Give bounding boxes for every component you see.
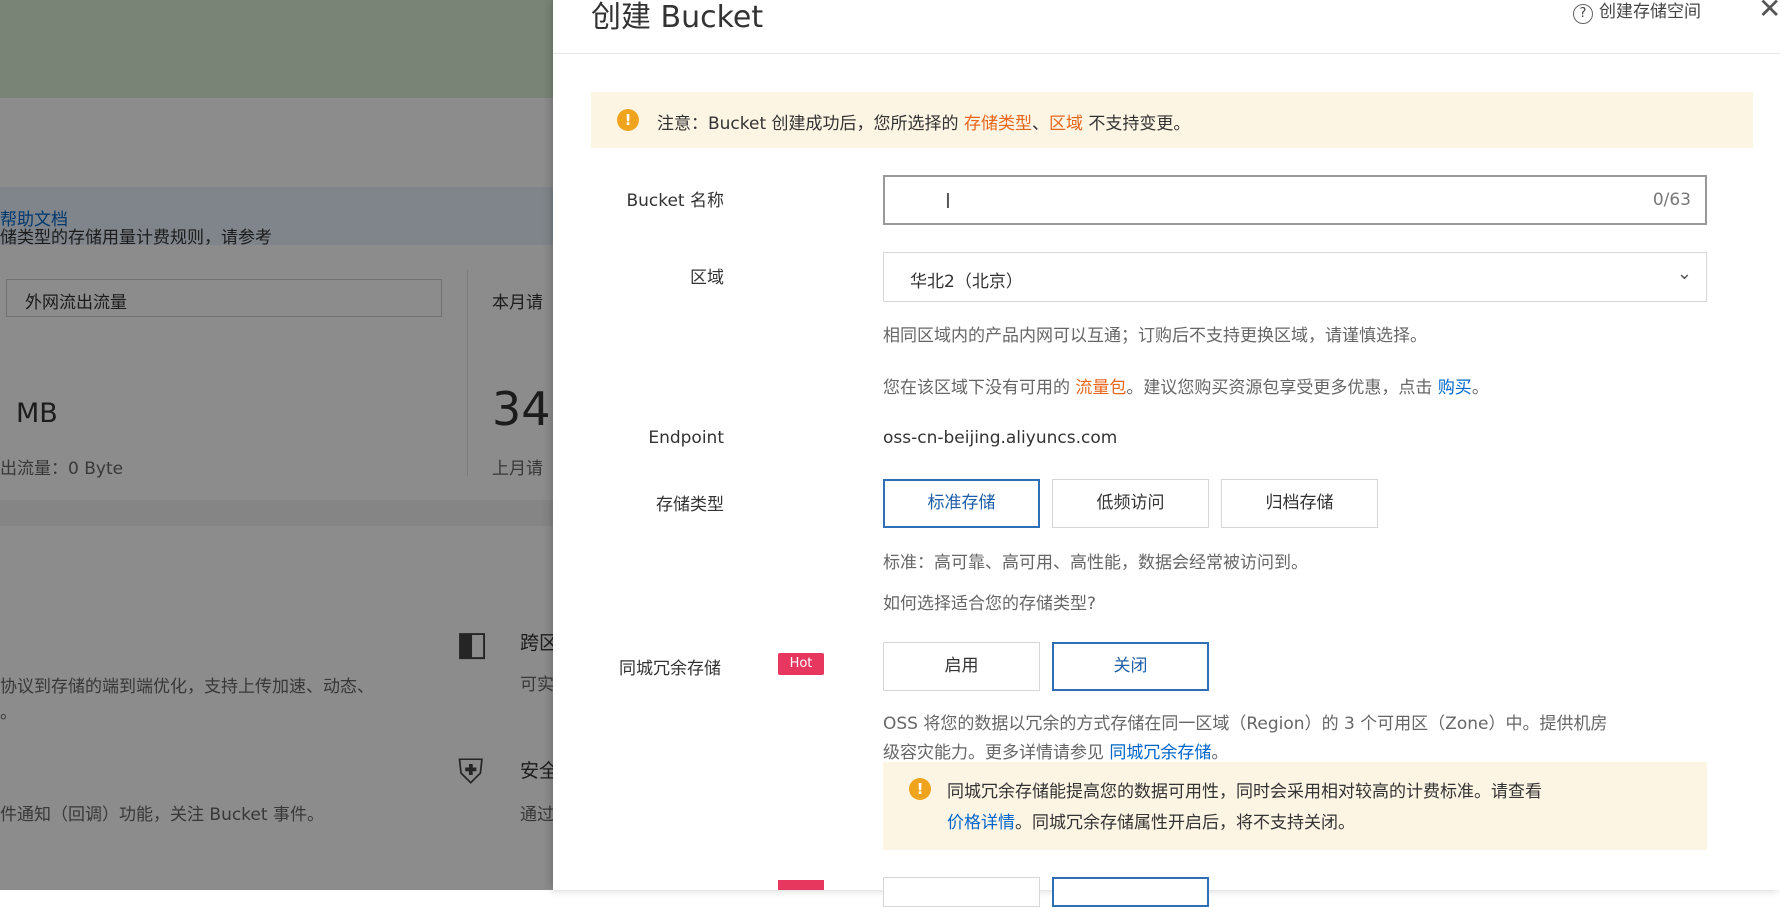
chevron-down-icon: ⌄ bbox=[1676, 263, 1692, 284]
region-note: 相同区域内的产品内网可以互通；订购后不支持更换区域，请谨慎选择。 bbox=[883, 326, 1427, 346]
hot-badge: Hot bbox=[778, 653, 824, 675]
endpoint-label: Endpoint bbox=[648, 428, 724, 448]
char-count: 0/63 bbox=[1652, 190, 1691, 210]
storage-class-standard[interactable]: 标准存储 bbox=[883, 479, 1040, 528]
next-option-2[interactable] bbox=[1052, 877, 1209, 907]
redundancy-note-2: 级容灾能力。更多详情请参见 同城冗余存储。 bbox=[883, 743, 1229, 763]
storage-class-ia[interactable]: 低频访问 bbox=[1052, 479, 1209, 528]
question-icon: ? bbox=[1573, 4, 1593, 24]
header-divider bbox=[553, 53, 1780, 54]
price-detail-link[interactable]: 价格详情 bbox=[947, 813, 1015, 833]
redundancy-label: 同城冗余存储 bbox=[619, 659, 721, 679]
redundancy-disable[interactable]: 关闭 bbox=[1052, 642, 1209, 691]
region-label: 区域 bbox=[690, 268, 724, 288]
create-bucket-drawer: 创建 Bucket ? 创建存储空间 ✕ ! 注意：Bucket 创建成功后，您所… bbox=[553, 0, 1780, 907]
next-option-1[interactable] bbox=[883, 877, 1040, 907]
text-cursor-icon: I bbox=[945, 189, 951, 213]
buy-link[interactable]: 购买 bbox=[1438, 378, 1472, 398]
help-link[interactable]: ? 创建存储空间 bbox=[1573, 0, 1701, 24]
bucket-name-label: Bucket 名称 bbox=[626, 191, 724, 211]
traffic-pack-note: 您在该区域下没有可用的 流量包。建议您购买资源包享受更多优惠，点击 购买。 bbox=[883, 378, 1489, 398]
redundancy-warning: ! 同城冗余存储能提高您的数据可用性，同时会采用相对较高的计费标准。请查看 价格详… bbox=[883, 762, 1707, 850]
drawer-title: 创建 Bucket bbox=[591, 0, 764, 35]
warning-icon: ! bbox=[617, 109, 639, 131]
storage-class-help-link[interactable]: 如何选择适合您的存储类型? bbox=[883, 589, 1096, 614]
storage-class-label: 存储类型 bbox=[656, 495, 724, 515]
redundancy-warning-text: 同城冗余存储能提高您的数据可用性，同时会采用相对较高的计费标准。请查看 价格详情。… bbox=[947, 782, 1542, 833]
redundancy-note-1: OSS 将您的数据以冗余的方式存储在同一区域（Region）的 3 个可用区（Z… bbox=[883, 714, 1608, 734]
warning-icon: ! bbox=[909, 778, 931, 800]
warning-text: 注意：Bucket 创建成功后，您所选择的 存储类型、区域 不支持变更。 bbox=[657, 114, 1191, 134]
help-label: 创建存储空间 bbox=[1599, 2, 1701, 22]
traffic-pack-link[interactable]: 流量包 bbox=[1075, 378, 1126, 398]
region-select[interactable]: 华北2（北京） ⌄ bbox=[883, 252, 1707, 302]
redundancy-enable[interactable]: 启用 bbox=[883, 642, 1040, 691]
storage-class-note: 标准：高可靠、高可用、高性能，数据会经常被访问到。 bbox=[883, 553, 1308, 573]
region-value: 华北2（北京） bbox=[910, 272, 1023, 292]
storage-class-archive[interactable]: 归档存储 bbox=[1221, 479, 1378, 528]
close-icon[interactable]: ✕ bbox=[1758, 0, 1780, 25]
redundancy-doc-link[interactable]: 同城冗余存储 bbox=[1109, 743, 1211, 763]
change-warning: ! 注意：Bucket 创建成功后，您所选择的 存储类型、区域 不支持变更。 bbox=[591, 92, 1753, 148]
next-hot-badge bbox=[778, 880, 824, 890]
bucket-name-input[interactable]: I 0/63 bbox=[883, 175, 1707, 225]
endpoint-value: oss-cn-beijing.aliyuncs.com bbox=[883, 428, 1118, 448]
modal-overlay[interactable] bbox=[0, 0, 553, 890]
